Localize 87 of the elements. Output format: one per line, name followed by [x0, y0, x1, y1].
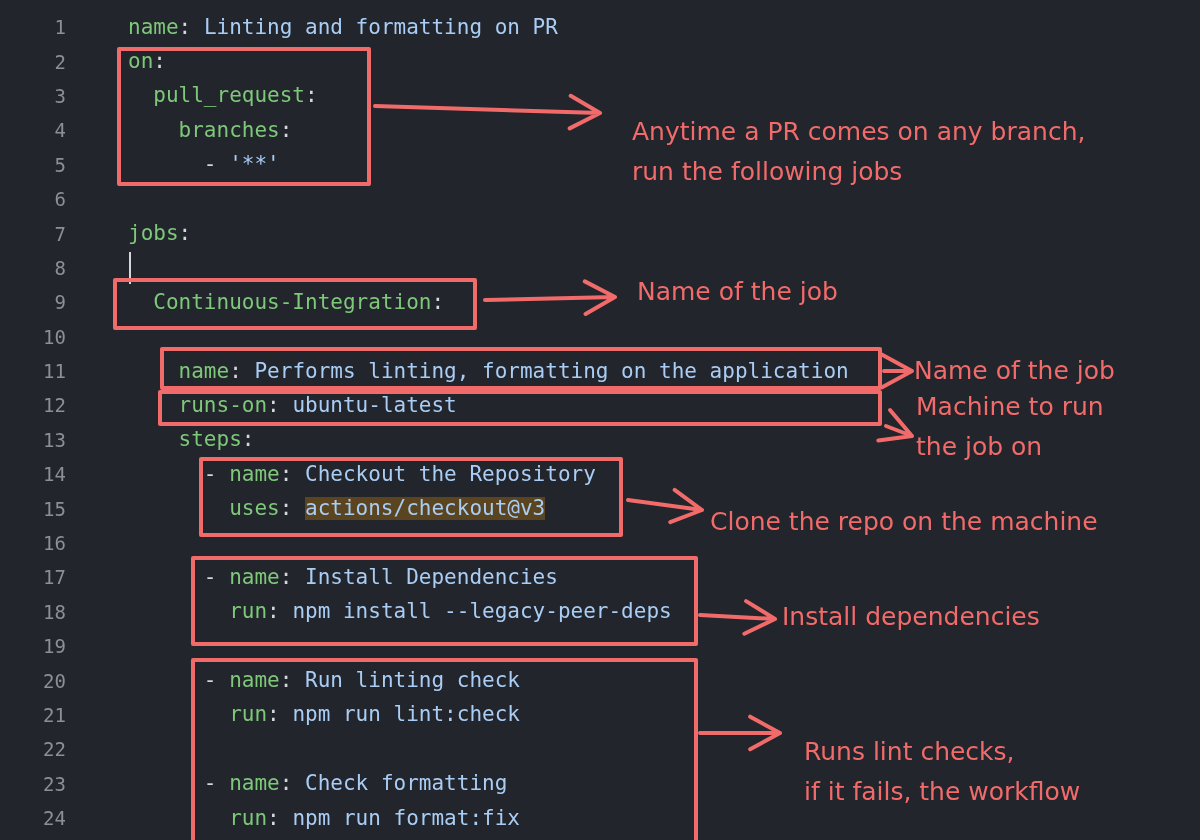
line-number: 17: [42, 566, 66, 589]
line-number: 10: [42, 325, 66, 348]
code-token: pull_request: [152, 84, 305, 108]
line-number: 1: [53, 16, 66, 39]
code-token: :: [305, 84, 318, 108]
line-number: 12: [42, 394, 66, 417]
line-number: 20: [42, 669, 66, 692]
arrow: [876, 408, 914, 443]
code-token: :: [279, 497, 294, 521]
annotation-note: Name of the job: [637, 276, 838, 308]
line-number: 9: [53, 291, 66, 314]
line-number: 5: [53, 153, 66, 176]
code-token: :: [267, 393, 281, 418]
code-token: npm install --legacy-peer-deps: [292, 600, 672, 624]
code-token: on: [128, 50, 154, 74]
line-number: 21: [42, 704, 66, 726]
annotation-note: the job on: [916, 431, 1044, 463]
code-token: -: [202, 772, 218, 796]
code-token: :: [279, 669, 294, 693]
code-token: name: [229, 669, 280, 693]
code-token: name: [229, 565, 280, 589]
code-token: runs-on: [177, 393, 268, 418]
code-token: Run linting check: [305, 669, 520, 693]
line-number: 13: [42, 428, 66, 451]
line-number: 4: [53, 119, 66, 142]
line-number: 6: [53, 188, 66, 211]
line-number: 18: [42, 600, 66, 623]
code-token: steps: [177, 428, 242, 452]
code-token: run: [228, 806, 268, 830]
code-token: Linting and formatting on PR: [203, 15, 558, 39]
annotation-note: Name of the job: [914, 355, 1115, 387]
code-token: name: [229, 772, 280, 796]
code-token: :: [279, 565, 294, 589]
code-token: ubuntu-latest: [292, 393, 457, 418]
code-token: '**': [229, 153, 280, 177]
code-token: name: [229, 462, 280, 486]
code-token: uses: [228, 497, 280, 521]
line-number: 2: [53, 50, 66, 73]
line-number: 23: [42, 772, 66, 795]
code-token: :: [279, 118, 293, 142]
code-token: Install Dependencies: [305, 565, 558, 589]
line-number: 11: [42, 360, 66, 383]
code-token: branches: [177, 118, 280, 142]
line-number: 8: [53, 256, 66, 279]
line-number: 14: [42, 463, 66, 486]
line-number: 24: [42, 807, 66, 830]
line-number: 19: [42, 635, 66, 658]
code-token: -: [202, 462, 218, 486]
highlighted-code-token: actions/checkout@v3: [305, 497, 546, 521]
code-token: -: [202, 669, 218, 693]
code-token: :: [241, 428, 255, 452]
code-token: Check formatting: [305, 772, 508, 796]
annotation-note: if it fails, the workflow: [804, 776, 1081, 808]
annotation-note: run the following jobs: [632, 156, 904, 188]
code-token: jobs: [128, 222, 179, 246]
code-token: npm run format:fix: [292, 806, 520, 830]
code-token: run: [228, 703, 268, 727]
line-number: 7: [53, 222, 66, 245]
code-token: Checkout the Repository: [305, 462, 596, 486]
arrow: [880, 352, 914, 390]
code-token: name: [177, 359, 230, 383]
code-token: :: [431, 290, 445, 314]
code-token: -: [202, 565, 218, 589]
line-number: 15: [42, 497, 66, 520]
line-number: 16: [42, 532, 66, 555]
annotation-note: Machine to run: [916, 391, 1104, 423]
code-token: name: [128, 15, 179, 39]
annotation-note: Anytime a PR comes on any branch,: [632, 116, 1086, 148]
code-token: :: [178, 15, 193, 39]
line-number: 22: [42, 738, 66, 761]
annotation-note: Clone the repo on the machine: [710, 506, 1098, 538]
code-token: :: [267, 703, 281, 727]
annotation-note: Runs lint checks,: [804, 736, 1016, 768]
code-token: Performs linting, formatting on the application: [254, 359, 849, 383]
code-token: :: [153, 50, 166, 74]
code-token: npm run lint:check: [292, 703, 520, 727]
code-token: :: [229, 359, 243, 383]
code-token: -: [202, 153, 218, 177]
code-token: :: [267, 600, 281, 624]
code-token: run: [228, 600, 268, 624]
code-token: Continuous-Integration: [152, 290, 432, 314]
code-token: :: [267, 806, 281, 830]
annotation-note: Install dependencies: [782, 601, 1040, 633]
line-number: 3: [53, 84, 66, 107]
code-token: :: [279, 772, 294, 796]
code-token: :: [279, 462, 294, 486]
code-token: :: [178, 222, 192, 246]
